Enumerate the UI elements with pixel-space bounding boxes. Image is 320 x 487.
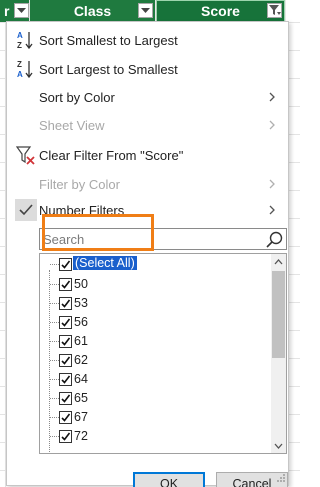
sort-descending-icon: ZA xyxy=(15,58,37,80)
list-item[interactable]: 65 xyxy=(40,389,271,408)
chevron-right-icon xyxy=(269,120,275,130)
value-checkbox[interactable] xyxy=(59,316,72,329)
list-item[interactable]: 67 xyxy=(40,408,271,427)
select-all-label: (Select All) xyxy=(73,256,137,270)
filter-dropdown-button-previous[interactable] xyxy=(14,3,29,18)
sort-ascending-icon: AZ xyxy=(15,29,37,51)
column-header-score-label: Score xyxy=(201,3,240,19)
chevron-right-icon xyxy=(269,205,275,215)
menu-filter-by-color-label: Filter by Color xyxy=(39,176,120,192)
value-label: 65 xyxy=(74,391,88,405)
select-all-highlight-annotation xyxy=(42,214,154,251)
value-checkbox[interactable] xyxy=(59,373,72,386)
chevron-right-icon xyxy=(269,179,275,189)
list-item[interactable]: 62 xyxy=(40,351,271,370)
menu-sort-descending[interactable]: ZA Sort Largest to Smallest xyxy=(7,55,288,83)
column-header-previous-label: r xyxy=(4,3,10,19)
list-item[interactable]: 56 xyxy=(40,313,271,332)
column-header-previous[interactable]: r xyxy=(0,0,30,22)
value-checkbox[interactable] xyxy=(59,297,72,310)
dropdown-arrow-icon xyxy=(17,7,26,13)
menu-sort-by-color[interactable]: Sort by Color xyxy=(7,83,288,111)
value-label: 53 xyxy=(74,296,88,310)
autofilter-menu: AZ Sort Smallest to Largest ZA Sort Larg… xyxy=(6,21,289,487)
scrollbar-thumb[interactable] xyxy=(272,271,285,358)
value-label: 62 xyxy=(74,353,88,367)
column-header-class-label: Class xyxy=(73,3,112,19)
checkmark-icon xyxy=(15,199,37,221)
filter-value-list: (Select All) 50 53 56 61 62 64 65 67 72 xyxy=(39,253,287,454)
menu-sheet-view: Sheet View xyxy=(7,111,288,139)
value-label: 72 xyxy=(74,429,88,443)
menu-sort-by-color-label: Sort by Color xyxy=(39,89,115,105)
resize-grip-icon[interactable] xyxy=(276,473,286,483)
clear-filter-icon xyxy=(15,144,37,166)
scroll-up-icon[interactable] xyxy=(271,254,286,269)
list-item[interactable]: 61 xyxy=(40,332,271,351)
value-label: 50 xyxy=(74,277,88,291)
menu-clear-filter[interactable]: Clear Filter From "Score" xyxy=(7,141,288,169)
search-icon[interactable] xyxy=(266,231,283,253)
menu-sheet-view-label: Sheet View xyxy=(39,117,105,133)
filter-funnel-icon xyxy=(268,5,281,15)
value-label: 61 xyxy=(74,334,88,348)
column-header-score[interactable]: Score xyxy=(156,0,286,22)
value-label: 67 xyxy=(74,410,88,424)
list-item[interactable]: 64 xyxy=(40,370,271,389)
menu-sort-ascending[interactable]: AZ Sort Smallest to Largest xyxy=(7,26,288,54)
column-header-class[interactable]: Class xyxy=(30,0,156,22)
filter-dropdown-button-class[interactable] xyxy=(138,3,153,18)
list-item[interactable]: 50 xyxy=(40,275,271,294)
column-header-empty xyxy=(286,0,300,22)
menu-sort-ascending-label: Sort Smallest to Largest xyxy=(39,32,178,48)
menu-filter-by-color: Filter by Color xyxy=(7,170,288,198)
menu-sort-descending-label: Sort Largest to Smallest xyxy=(39,61,178,77)
svg-text:Z: Z xyxy=(17,41,22,50)
list-item-select-all[interactable]: (Select All) xyxy=(40,255,271,274)
svg-text:Z: Z xyxy=(17,60,22,69)
value-checkbox[interactable] xyxy=(59,392,72,405)
list-scrollbar[interactable] xyxy=(271,254,286,453)
value-checkbox[interactable] xyxy=(59,430,72,443)
dropdown-arrow-icon xyxy=(141,7,150,13)
value-checkbox[interactable] xyxy=(59,278,72,291)
svg-text:A: A xyxy=(17,70,23,79)
select-all-checkbox[interactable] xyxy=(59,258,72,271)
svg-text:A: A xyxy=(17,31,23,40)
sheet-header-row: r Class Score xyxy=(0,0,300,22)
ok-button[interactable]: OK xyxy=(133,472,205,487)
value-checkbox[interactable] xyxy=(59,354,72,367)
value-checkbox[interactable] xyxy=(59,411,72,424)
value-checkbox[interactable] xyxy=(59,335,72,348)
menu-clear-filter-label: Clear Filter From "Score" xyxy=(39,147,184,163)
list-item[interactable]: 72 xyxy=(40,427,271,446)
scroll-down-icon[interactable] xyxy=(271,438,286,453)
filter-value-list-items: (Select All) 50 53 56 61 62 64 65 67 72 xyxy=(40,254,271,453)
value-label: 56 xyxy=(74,315,88,329)
value-label: 64 xyxy=(74,372,88,386)
chevron-right-icon xyxy=(269,92,275,102)
filter-active-button-score[interactable] xyxy=(267,3,282,18)
list-item[interactable]: 53 xyxy=(40,294,271,313)
